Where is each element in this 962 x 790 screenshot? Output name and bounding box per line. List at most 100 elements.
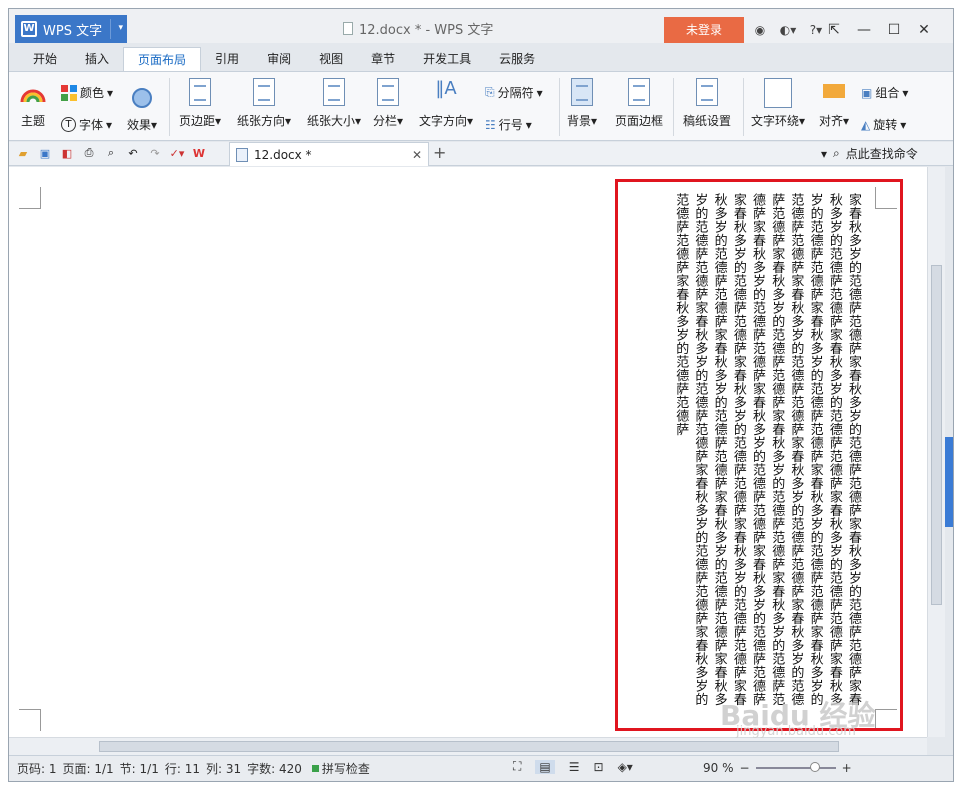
wps-logo-icon: W xyxy=(21,21,37,37)
zoom-control: 90 % − + xyxy=(703,761,852,775)
page-border-button[interactable]: 页面边框 xyxy=(615,78,663,129)
window-title: 12.docx * - WPS 文字 xyxy=(343,19,493,38)
theme-label: 主题 xyxy=(20,114,45,128)
font-button[interactable]: T 字体 ▾ xyxy=(61,116,112,133)
new-tab-icon[interactable]: + xyxy=(433,143,446,162)
document-icon xyxy=(236,147,248,162)
rotate-button[interactable]: ◭ 旋转 ▾ xyxy=(861,116,906,133)
minimize-icon[interactable]: — xyxy=(849,17,879,43)
maximize-icon[interactable]: ☐ xyxy=(879,17,909,43)
vertical-scrollbar[interactable] xyxy=(927,167,945,737)
color-grid-icon xyxy=(61,84,77,101)
page-view-icon[interactable]: ▤ xyxy=(535,759,555,774)
page-corner-marker xyxy=(19,187,41,209)
horizontal-scrollbar[interactable] xyxy=(9,737,927,755)
vertical-document-text[interactable]: 家春秋多岁的范德萨范德萨家春秋多岁的范德萨范德萨家春秋多岁的范德萨范德萨家春秋多… xyxy=(671,193,863,713)
wrap-text-icon xyxy=(764,78,793,108)
tab-view[interactable]: 视图 xyxy=(305,47,357,71)
print-icon[interactable]: ⎙ xyxy=(81,145,97,161)
restore-ribbon-icon[interactable]: ⇱ xyxy=(819,17,849,43)
quick-access-icons: ▰ ▣ ◧ ⎙ ⌕ ↶ ↷ ✓▾ W xyxy=(15,145,207,161)
document-canvas[interactable]: 家春秋多岁的范德萨范德萨家春秋多岁的范德萨范德萨家春秋多岁的范德萨范德萨家春秋多… xyxy=(9,167,927,737)
close-tab-icon[interactable]: ✕ xyxy=(412,148,422,162)
orientation-button[interactable]: 纸张方向▾ xyxy=(237,78,291,129)
feedback-icon[interactable]: ◐▾ xyxy=(779,21,797,39)
font-label: 字体 xyxy=(79,118,104,132)
zoom-out-icon[interactable]: − xyxy=(740,761,750,775)
login-button[interactable]: 未登录 xyxy=(664,17,744,43)
status-bar: 页码: 1 页面: 1/1 节: 1/1 行: 11 列: 31 字数: 420… xyxy=(9,755,953,781)
paper-size-icon xyxy=(320,78,348,108)
margins-button[interactable]: 页边距▾ xyxy=(179,78,221,129)
background-button[interactable]: 背景▾ xyxy=(567,78,597,129)
line-numbers-button[interactable]: ☷ 行号 ▾ xyxy=(485,116,532,133)
skin-icon[interactable]: ◉ xyxy=(751,21,769,39)
wrap-text-button[interactable]: 文字环绕▾ xyxy=(751,78,805,129)
tab-references[interactable]: 引用 xyxy=(201,47,253,71)
chevron-down-icon: ▾ xyxy=(536,85,543,100)
manuscript-button[interactable]: 稿纸设置 xyxy=(683,78,731,129)
group-icon: ▣ xyxy=(861,85,873,100)
text-direction-icon: ‖A xyxy=(435,78,457,99)
tab-cloud[interactable]: 云服务 xyxy=(485,47,549,71)
color-button[interactable]: 颜色 ▾ xyxy=(61,84,113,101)
horizontal-scroll-thumb[interactable] xyxy=(99,741,839,752)
paper-size-button[interactable]: 纸张大小▾ xyxy=(307,78,361,129)
redo-icon[interactable]: ↷ xyxy=(147,145,163,161)
spell-check-toggle[interactable]: 拼写检查 xyxy=(311,760,370,777)
orientation-label: 纸张方向▾ xyxy=(237,114,292,128)
align-label: 对齐▾ xyxy=(819,114,850,128)
eye-protect-icon[interactable]: ◈▾ xyxy=(618,760,633,774)
web-view-icon[interactable]: ⊡ xyxy=(594,760,604,774)
ribbon-tabs: 开始 插入 页面布局 引用 审阅 视图 章节 开发工具 云服务 xyxy=(9,47,953,71)
fullscreen-view-icon[interactable]: ⛶ xyxy=(513,759,521,774)
effect-icon xyxy=(132,88,153,108)
line-numbers-label: 行号 xyxy=(498,118,523,132)
document-tab[interactable]: 12.docx * ✕ xyxy=(229,142,429,166)
app-menu-button[interactable]: W WPS 文字 ▾ xyxy=(15,15,127,43)
menu-divider xyxy=(110,19,111,39)
paper-size-label: 纸张大小▾ xyxy=(307,114,362,128)
document-tab-label: 12.docx * xyxy=(254,147,312,162)
export-pdf-icon[interactable]: ◧ xyxy=(59,145,75,161)
font-circle-icon: T xyxy=(61,117,76,132)
side-panel-handle[interactable] xyxy=(945,437,953,527)
tab-insert[interactable]: 插入 xyxy=(71,47,123,71)
tab-home[interactable]: 开始 xyxy=(19,47,71,71)
tab-review[interactable]: 审阅 xyxy=(253,47,305,71)
ribbon-divider xyxy=(559,78,560,136)
zoom-slider[interactable] xyxy=(755,762,836,772)
status-column: 列: 31 xyxy=(205,762,242,776)
status-page-number: 页码: 1 xyxy=(17,762,57,776)
theme-button[interactable]: 主题 xyxy=(19,78,47,129)
undo-icon[interactable]: ↶ xyxy=(125,145,141,161)
tab-page-layout[interactable]: 页面布局 xyxy=(123,47,202,71)
zoom-level[interactable]: 90 % xyxy=(703,761,734,775)
zoom-in-icon[interactable]: + xyxy=(842,761,852,775)
vertical-scroll-thumb[interactable] xyxy=(931,265,942,605)
pin-icon: ▾ xyxy=(821,146,828,161)
view-modes: ⛶ ▤ ☰ ⊡ ◈▾ xyxy=(513,759,633,774)
tab-chapter[interactable]: 章节 xyxy=(357,47,409,71)
open-folder-icon[interactable]: ▰ xyxy=(15,145,31,161)
customize-icon[interactable]: ✓▾ xyxy=(169,145,185,161)
close-icon[interactable]: ✕ xyxy=(909,17,939,43)
group-button[interactable]: ▣ 组合 ▾ xyxy=(861,84,908,101)
manuscript-icon xyxy=(693,78,721,108)
print-preview-icon[interactable]: ⌕ xyxy=(103,145,119,161)
margins-label: 页边距▾ xyxy=(179,114,222,128)
align-button[interactable]: 对齐▾ xyxy=(819,78,849,129)
save-icon[interactable]: ▣ xyxy=(37,145,53,161)
text-direction-button[interactable]: ‖A 文字方向▾ xyxy=(419,78,473,129)
find-command-box[interactable]: ▾ ⌕ 点此查找命令 xyxy=(821,145,918,162)
outline-view-icon[interactable]: ☰ xyxy=(569,760,580,774)
columns-button[interactable]: 分栏▾ xyxy=(373,78,403,129)
app-name: WPS 文字 xyxy=(43,23,103,39)
breaks-button[interactable]: ⎘ 分隔符 ▾ xyxy=(485,84,543,101)
zoom-slider-knob[interactable] xyxy=(809,762,820,772)
effect-button[interactable]: 效果▾ xyxy=(127,88,157,133)
wps-home-icon[interactable]: W xyxy=(191,145,207,161)
tab-developer[interactable]: 开发工具 xyxy=(409,47,485,71)
manuscript-label: 稿纸设置 xyxy=(683,114,732,128)
search-icon: ⌕ xyxy=(833,146,840,160)
